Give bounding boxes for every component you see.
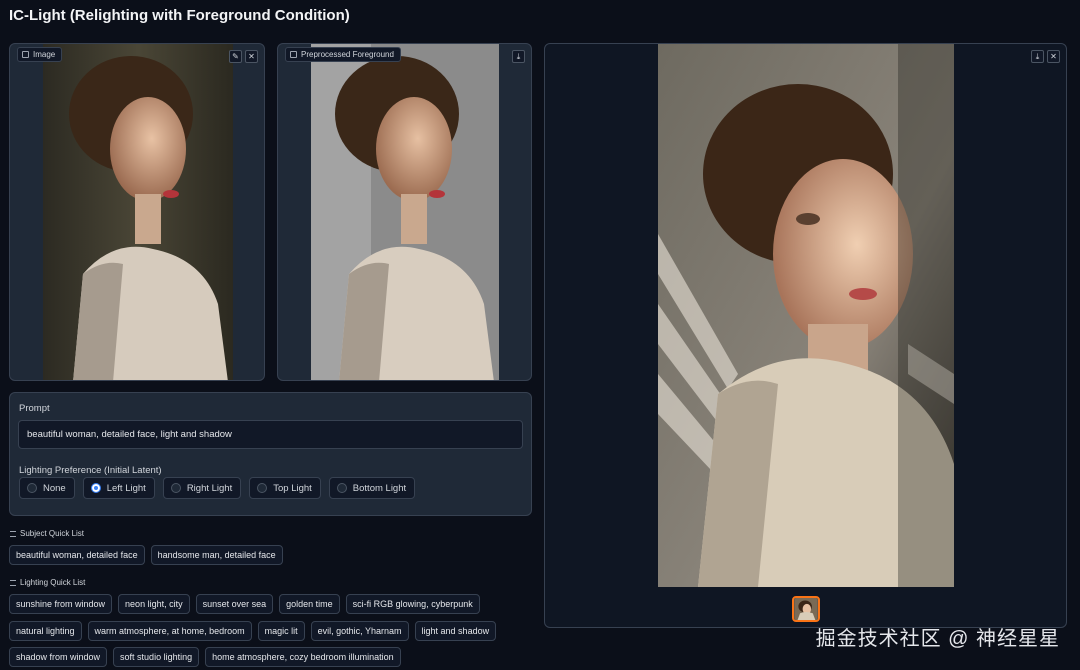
lighting-chip[interactable]: neon light, city — [118, 594, 190, 614]
radio-top-light[interactable]: Top Light — [249, 477, 321, 499]
lighting-chip[interactable]: warm atmosphere, at home, bedroom — [87, 621, 252, 641]
image-icon — [290, 51, 297, 58]
preprocessed-portrait-image — [311, 44, 499, 380]
radio-bottom-light[interactable]: Bottom Light — [328, 477, 416, 499]
radio-none[interactable]: None — [19, 477, 75, 499]
lighting-chip[interactable]: sci-fi RGB glowing, cyberpunk — [345, 594, 480, 614]
lighting-chip[interactable]: sunshine from window — [9, 594, 113, 614]
app-title: IC-Light (Relighting with Foreground Con… — [9, 7, 350, 24]
subject-quick-list-heading: Subject Quick List — [10, 529, 84, 538]
preprocessed-panel-label: Preprocessed Foreground — [285, 47, 401, 62]
subject-chip[interactable]: beautiful woman, detailed face — [9, 545, 145, 565]
image-icon — [22, 51, 29, 58]
radio-right-light[interactable]: Right Light — [162, 477, 242, 499]
lighting-chip[interactable]: magic lit — [257, 621, 305, 641]
preprocessed-foreground-panel: Preprocessed Foreground ⤓ — [277, 43, 532, 381]
subject-chip[interactable]: handsome man, detailed face — [150, 545, 283, 565]
lighting-chip[interactable]: home atmosphere, cozy bedroom illuminati… — [205, 647, 401, 667]
image-input-panel[interactable]: Image ✎ ✕ — [9, 43, 265, 381]
close-button[interactable]: ✕ — [1047, 50, 1060, 63]
download-button[interactable]: ⤓ — [512, 50, 525, 63]
lighting-preference-label: Lighting Preference (Initial Latent) — [19, 465, 162, 476]
lighting-preference-radio-group: None Left Light Right Light Top Light Bo… — [19, 477, 416, 499]
list-icon — [10, 579, 16, 586]
input-portrait-image — [43, 44, 233, 380]
image-panel-label: Image — [17, 47, 63, 62]
list-icon — [10, 530, 16, 537]
subject-quick-list: beautiful woman, detailed face handsome … — [9, 545, 283, 565]
lighting-quick-list-row: sunshine from window neon light, city su… — [9, 594, 480, 614]
lighting-chip[interactable]: soft studio lighting — [113, 647, 200, 667]
lighting-quick-list-heading: Lighting Quick List — [10, 578, 85, 587]
lighting-quick-list-row: natural lighting warm atmosphere, at hom… — [9, 621, 497, 641]
close-button[interactable]: ✕ — [245, 50, 258, 63]
lighting-quick-list-row: shadow from window soft studio lighting … — [9, 647, 401, 667]
lighting-chip[interactable]: shadow from window — [9, 647, 108, 667]
watermark: 掘金技术社区 @ 神经星星 — [815, 628, 1060, 650]
output-thumbnail[interactable] — [792, 596, 820, 622]
lighting-chip[interactable]: sunset over sea — [195, 594, 274, 614]
lighting-chip[interactable]: evil, gothic, Yharnam — [310, 621, 409, 641]
download-button[interactable]: ⤓ — [1031, 50, 1044, 63]
relit-output-image — [658, 44, 954, 587]
output-gallery-panel: ⤓ ✕ — [544, 43, 1067, 628]
lighting-chip[interactable]: light and shadow — [414, 621, 497, 641]
edit-button[interactable]: ✎ — [229, 50, 242, 63]
lighting-chip[interactable]: golden time — [279, 594, 340, 614]
lighting-chip[interactable]: natural lighting — [9, 621, 82, 641]
radio-left-light[interactable]: Left Light — [82, 477, 155, 499]
prompt-settings-box: Prompt Lighting Preference (Initial Late… — [9, 392, 532, 516]
prompt-label: Prompt — [19, 403, 50, 414]
prompt-input[interactable]: beautiful woman, detailed face, light an… — [18, 420, 523, 449]
